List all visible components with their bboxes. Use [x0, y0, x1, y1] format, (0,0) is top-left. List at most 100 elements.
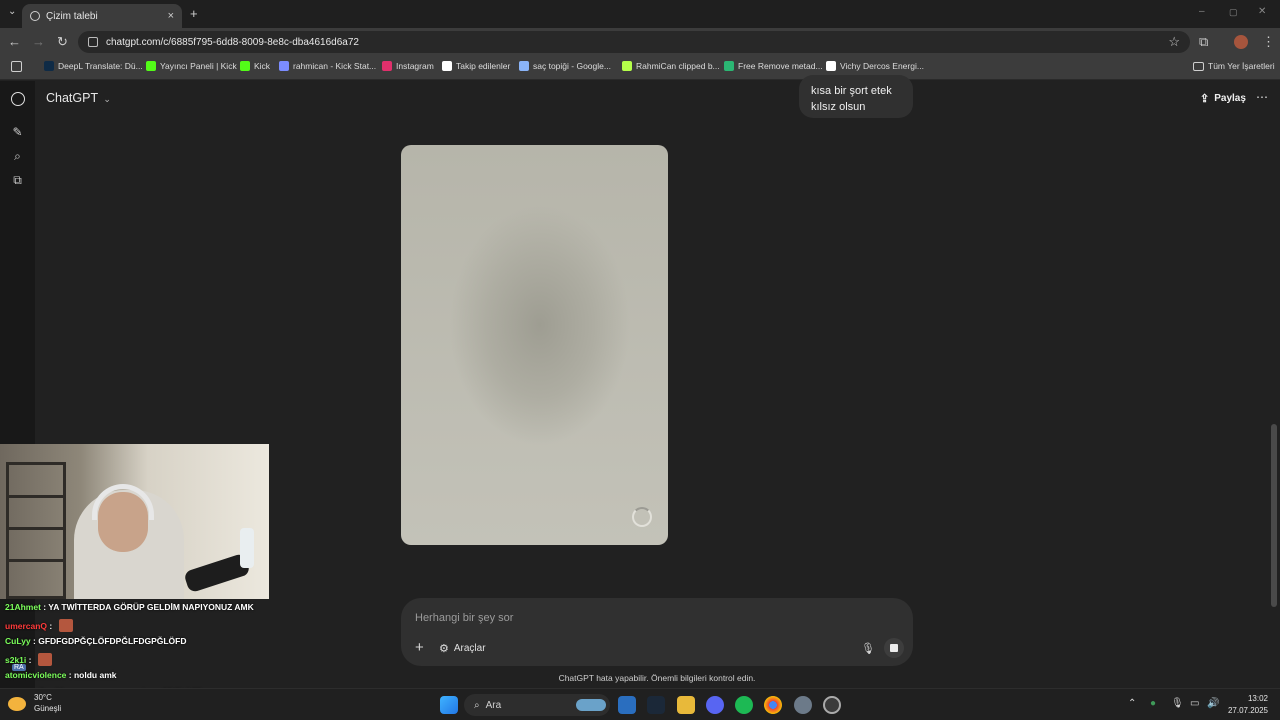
- steam-icon[interactable]: [647, 696, 665, 714]
- more-options-button[interactable]: ⋯: [1256, 90, 1268, 104]
- settings-gear-icon[interactable]: [794, 696, 812, 714]
- tools-button[interactable]: ⚙ Araçlar: [439, 642, 486, 655]
- tools-label: Araçlar: [453, 643, 486, 654]
- windows-start-icon[interactable]: [440, 696, 458, 714]
- chat-message: CuLyy : GFDFGDPĞÇLÖFDPĞLFDGPĞLÖFD: [5, 636, 187, 646]
- windows-taskbar: 30°C Güneşli ⌕ Ara ⌃ ● 🎙 ▭ 🔊 13:02 27.07…: [0, 688, 1280, 720]
- reload-button[interactable]: ↻: [57, 34, 68, 50]
- sun-weather-icon[interactable]: [8, 697, 26, 711]
- kick-icon: [146, 61, 156, 71]
- bookmark-item[interactable]: saç topiği - Google...: [519, 61, 611, 71]
- chrome-icon[interactable]: [764, 696, 782, 714]
- clock-time: 13:02: [1247, 694, 1268, 703]
- apps-grid-icon[interactable]: [11, 61, 22, 72]
- stats-icon: [279, 61, 289, 71]
- chat-text: : noldu amk: [66, 670, 117, 680]
- bookmark-label: Kick: [254, 61, 271, 71]
- chat-username: s2k1i: [5, 654, 27, 665]
- microphone-icon[interactable]: 🎙: [1171, 698, 1184, 709]
- weather-condition: Güneşli: [34, 704, 62, 713]
- volume-icon[interactable]: 🔊: [1207, 698, 1219, 709]
- chat-emote: [58, 619, 73, 632]
- app-icon[interactable]: [823, 696, 841, 714]
- chat-text: :: [47, 620, 55, 631]
- discord-icon[interactable]: [706, 696, 724, 714]
- globe-icon: [724, 61, 734, 71]
- app-icon[interactable]: [618, 696, 636, 714]
- bookmark-star-icon[interactable]: ☆: [1168, 34, 1180, 50]
- bookmark-label: Takip edilenler: [456, 61, 511, 71]
- composer-input[interactable]: Herhangi bir şey sor: [415, 612, 513, 624]
- stop-icon: [890, 644, 898, 652]
- system-clock[interactable]: 13:02 27.07.2025: [1226, 693, 1268, 717]
- bookmark-label: RahmiCan clipped b...: [636, 61, 720, 71]
- chat-text: : YA TWİTTERDA GÖRÜP GELDİM NAPIYONUZ AM…: [40, 602, 254, 612]
- close-window-button[interactable]: ✕: [1258, 6, 1266, 17]
- message-composer: Herhangi bir şey sor + ⚙ Araçlar 🎙: [401, 598, 913, 666]
- bookmark-item[interactable]: Kick: [240, 61, 270, 71]
- chevron-down-icon: ⌄: [103, 94, 111, 104]
- chat-badge: RA: [12, 664, 26, 671]
- weather-widget[interactable]: 30°C Güneşli: [34, 692, 61, 714]
- bookmark-item[interactable]: Takip edilenler: [442, 61, 510, 71]
- chat-message: umercanQ :: [5, 619, 73, 632]
- back-button[interactable]: ←: [8, 34, 21, 49]
- chatgpt-logo-icon: [30, 11, 40, 21]
- chat-text: : GFDFGDPĞÇLÖFDPĞLFDGPĞLÖFD: [30, 636, 187, 646]
- shield-icon[interactable]: ●: [1150, 698, 1156, 709]
- all-bookmarks-folder[interactable]: Tüm Yer İşaretleri: [1193, 61, 1275, 71]
- spotify-icon[interactable]: [735, 696, 753, 714]
- bookmark-label: Yayıncı Paneli | Kick: [160, 61, 237, 71]
- attach-plus-icon[interactable]: +: [415, 639, 424, 656]
- page-scrollbar[interactable]: [1271, 424, 1277, 607]
- minimize-button[interactable]: –: [1199, 6, 1205, 17]
- browser-tab-strip: ⌄ Çizim talebi × + – ▢ ✕: [0, 0, 1280, 28]
- library-icon[interactable]: ⧉: [11, 174, 24, 187]
- water-bottle: [240, 528, 254, 568]
- chat-emote: [37, 653, 52, 666]
- bookmark-item[interactable]: rahmican - Kick Stat...: [279, 61, 376, 71]
- model-selector-label: ChatGPT: [46, 91, 98, 105]
- model-selector[interactable]: ChatGPT ⌄: [46, 91, 111, 105]
- chevron-up-icon[interactable]: ⌃: [1128, 698, 1136, 709]
- new-tab-button[interactable]: +: [190, 6, 198, 21]
- disclaimer-text: ChatGPT hata yapabilir. Önemli bilgileri…: [558, 673, 756, 683]
- stop-generating-button[interactable]: [884, 638, 904, 658]
- new-chat-icon[interactable]: ✎: [11, 126, 24, 139]
- search-icon[interactable]: ⌕: [11, 150, 24, 163]
- site-info-icon[interactable]: [88, 37, 98, 47]
- bookmark-item[interactable]: Instagram: [382, 61, 434, 71]
- openai-logo-icon[interactable]: [11, 92, 25, 106]
- share-button[interactable]: ⇪ Paylaş: [1200, 92, 1246, 105]
- x-icon: [442, 61, 452, 71]
- network-icon[interactable]: ▭: [1190, 698, 1199, 709]
- taskbar-search[interactable]: ⌕ Ara: [464, 694, 610, 716]
- bookmark-label: rahmican - Kick Stat...: [293, 61, 377, 71]
- webcam-overlay: [0, 444, 269, 599]
- chat-message: atomicviolence : noldu amk: [5, 670, 116, 680]
- forward-button[interactable]: →: [32, 34, 45, 49]
- tab-search-button[interactable]: ⌄: [8, 6, 16, 17]
- bookmark-item[interactable]: Free Remove metad...: [724, 61, 823, 71]
- microphone-icon[interactable]: 🎙: [861, 642, 875, 655]
- bookmark-item[interactable]: DeepL Translate: Dü...: [44, 61, 143, 71]
- profile-avatar[interactable]: [1234, 35, 1248, 49]
- tab-chatgpt[interactable]: Çizim talebi ×: [22, 4, 182, 28]
- bookmark-item[interactable]: RahmiCan clipped b...: [622, 61, 720, 71]
- bookmark-item[interactable]: Vichy Dercos Energi...: [826, 61, 924, 71]
- tab-title: Çizim talebi: [46, 10, 98, 22]
- chat-username: umercanQ: [5, 620, 48, 631]
- file-explorer-icon[interactable]: [677, 696, 695, 714]
- user-message-bubble: kısa bir şort etek kılsız olsun: [799, 75, 913, 118]
- instagram-icon: [382, 61, 392, 71]
- user-message-text: kısa bir şort etek kılsız olsun: [811, 85, 892, 113]
- address-bar[interactable]: chatgpt.com/c/6885f795-6dd8-8009-8e8c-db…: [78, 31, 1190, 53]
- tab-close-button[interactable]: ×: [168, 10, 174, 22]
- restore-button[interactable]: ▢: [1229, 7, 1238, 18]
- folder-icon: [1193, 61, 1204, 71]
- bookshelf: [6, 462, 66, 599]
- bookmark-item[interactable]: Yayıncı Paneli | Kick: [146, 61, 237, 71]
- browser-menu-button[interactable]: ⋮: [1262, 34, 1275, 50]
- generated-image-placeholder: [401, 145, 668, 545]
- extensions-icon[interactable]: ⧉: [1199, 34, 1208, 50]
